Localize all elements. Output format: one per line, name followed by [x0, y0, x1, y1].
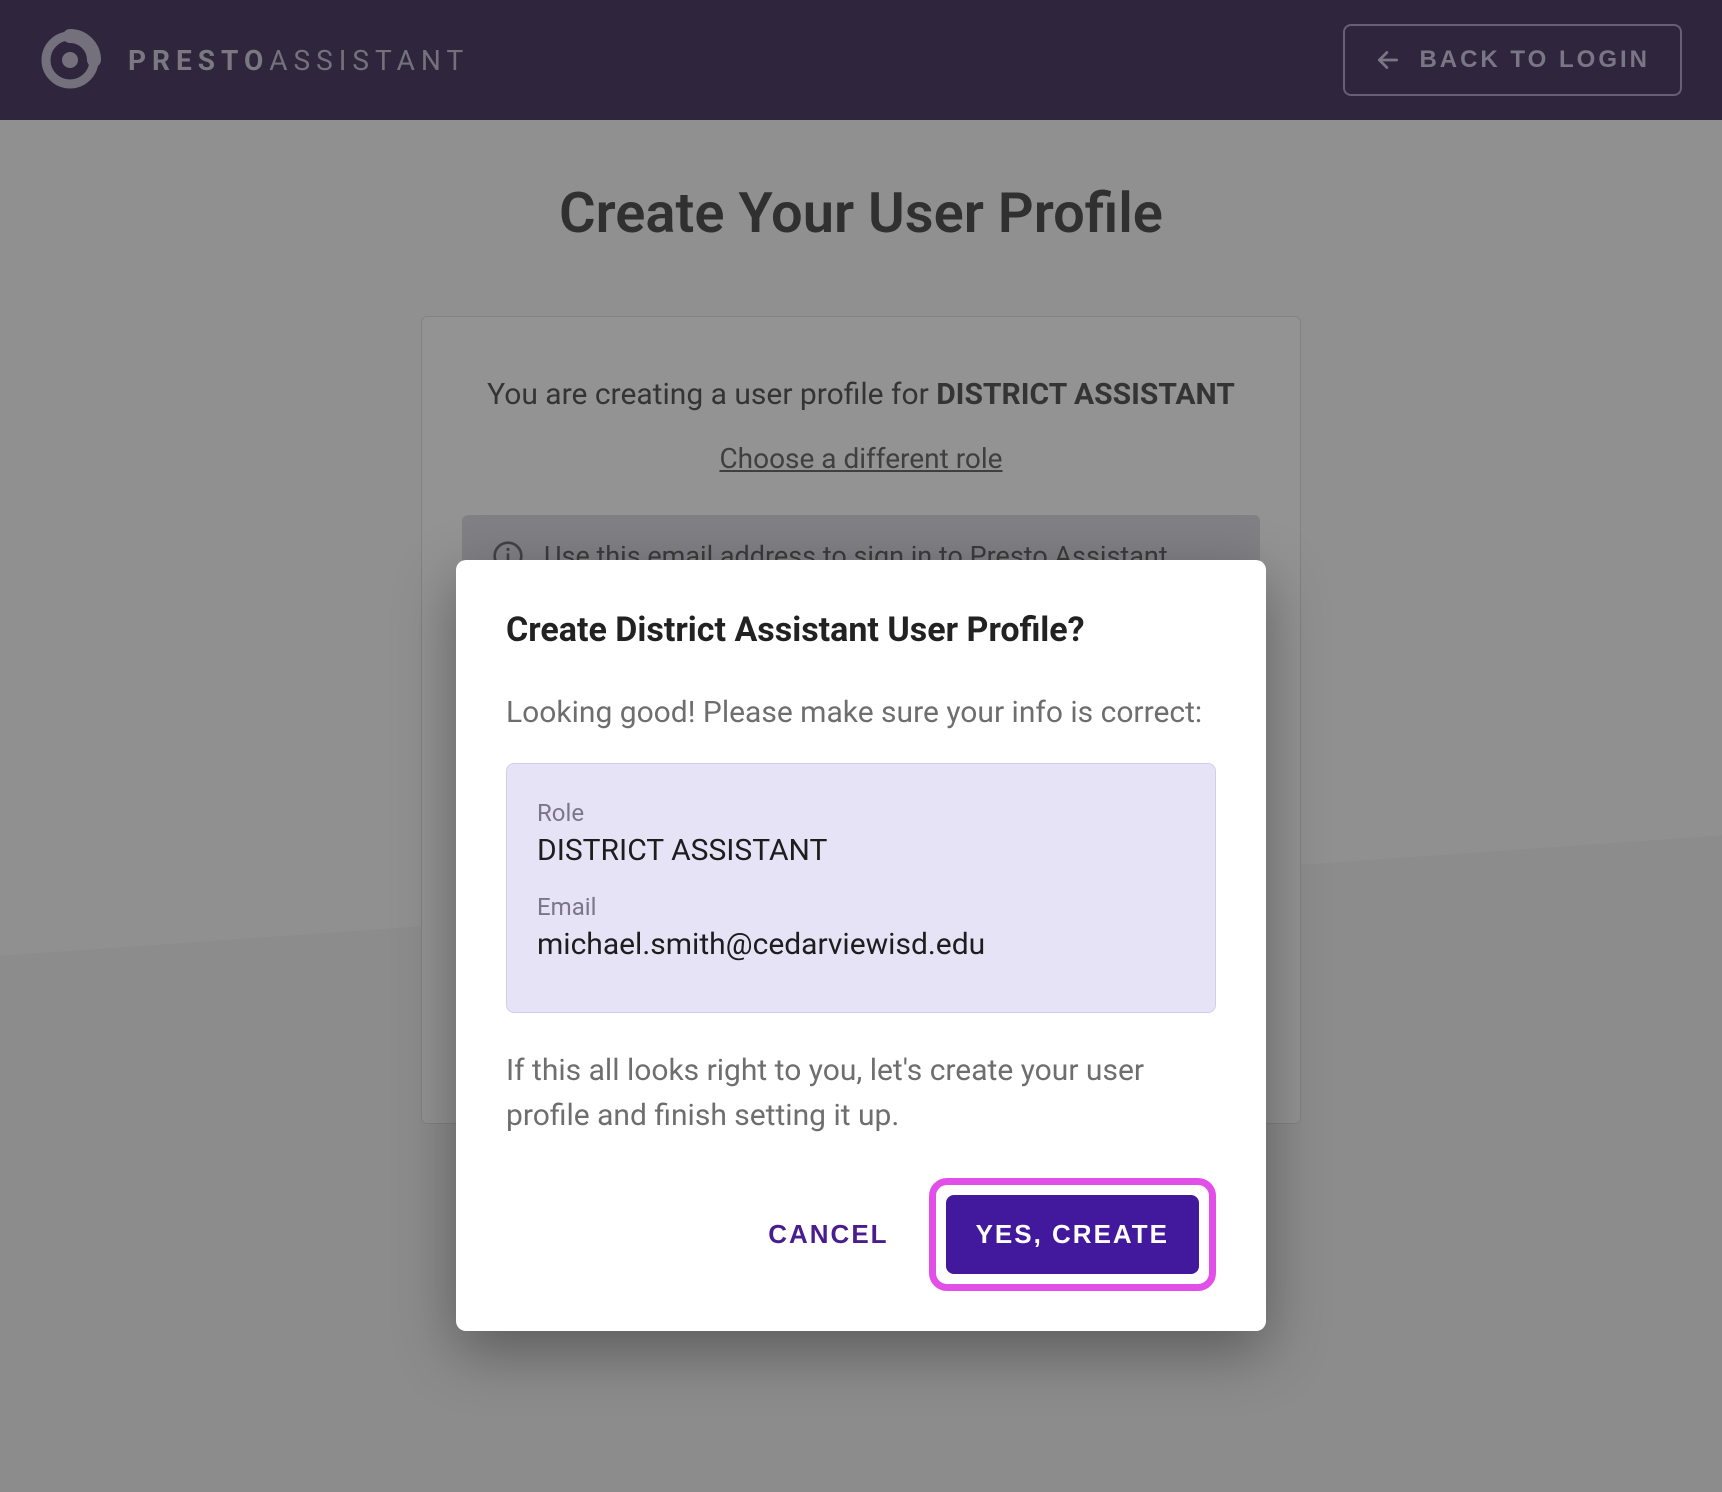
profile-summary-box: Role DISTRICT ASSISTANT Email michael.sm…: [506, 763, 1216, 1013]
summary-role-value: DISTRICT ASSISTANT: [537, 833, 1185, 868]
confirm-create-modal: Create District Assistant User Profile? …: [456, 560, 1266, 1331]
summary-email-label: Email: [537, 893, 1185, 921]
yes-create-button[interactable]: YES, CREATE: [946, 1195, 1199, 1274]
summary-role-label: Role: [537, 799, 1185, 827]
modal-lead-text: Looking good! Please make sure your info…: [506, 690, 1216, 735]
modal-title: Create District Assistant User Profile?: [506, 610, 1216, 650]
confirm-highlight: YES, CREATE: [929, 1178, 1216, 1291]
modal-actions: CANCEL YES, CREATE: [506, 1178, 1216, 1291]
modal-footer-text: If this all looks right to you, let's cr…: [506, 1048, 1216, 1138]
cancel-button[interactable]: CANCEL: [748, 1201, 908, 1268]
summary-email-value: michael.smith@cedarviewisd.edu: [537, 927, 1185, 962]
